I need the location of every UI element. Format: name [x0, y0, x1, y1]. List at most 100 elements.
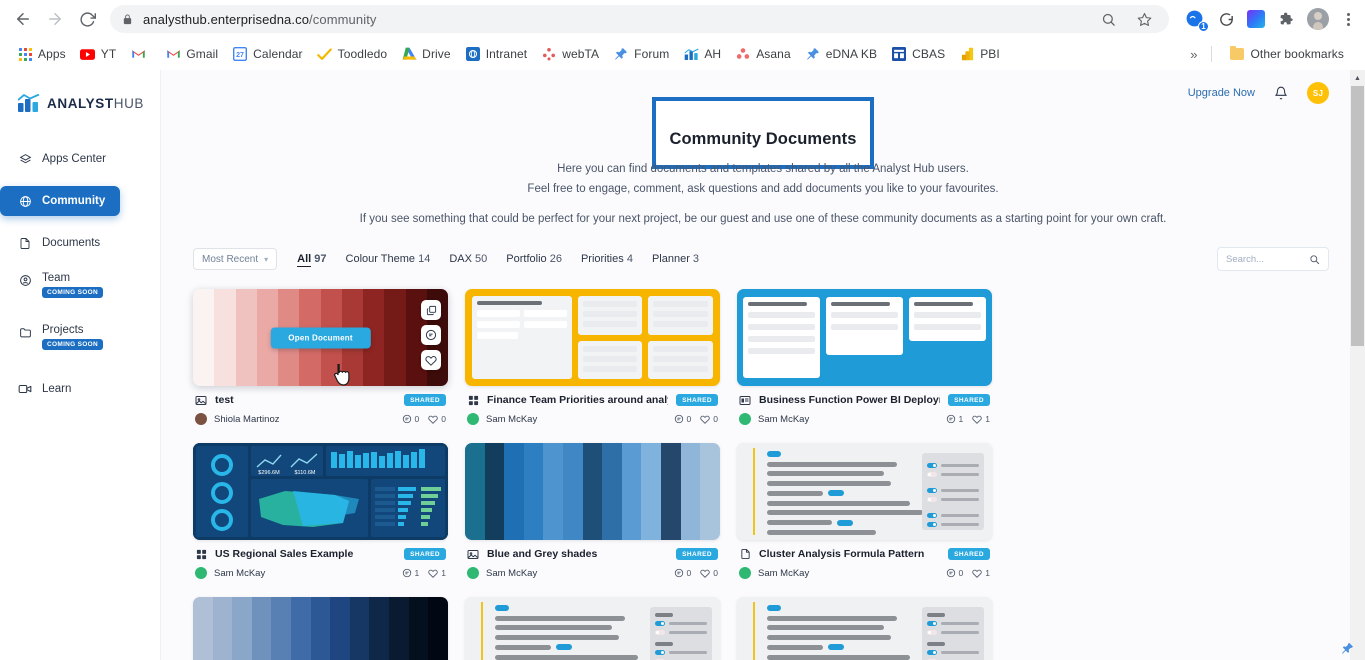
document-card[interactable]: Blue and Grey shades SHARED Sam McKay 0: [465, 443, 720, 579]
chrome-profile-avatar[interactable]: [1307, 8, 1329, 30]
brand-logo[interactable]: ANALYSTHUB: [0, 86, 160, 120]
document-card[interactable]: Cluster Analysis Formula Pattern SHARED …: [737, 443, 992, 579]
address-bar[interactable]: analysthub.enterprisedna.co/community: [110, 5, 1169, 33]
reload-icon[interactable]: [72, 4, 102, 34]
bookmark-toodledo[interactable]: Toodledo: [310, 43, 395, 65]
filter-tab-dax[interactable]: DAX 50: [449, 253, 487, 265]
card-title[interactable]: Finance Team Priorities around analytics…: [487, 394, 668, 406]
kebab-menu-icon[interactable]: [1339, 12, 1357, 26]
like-count: 0: [700, 414, 718, 424]
color-extension-icon[interactable]: [1247, 10, 1265, 28]
folder-icon: [18, 325, 32, 339]
card-author: Shiola Martinoz: [214, 413, 280, 425]
card-thumbnail[interactable]: [737, 597, 992, 660]
sidebar-item-apps-center[interactable]: Apps Center: [0, 144, 160, 174]
like-count: 0: [428, 414, 446, 424]
sidebar-item-learn[interactable]: Learn: [0, 374, 160, 404]
grammarly-icon[interactable]: [1215, 8, 1237, 30]
comment-icon: [674, 414, 684, 424]
bookmark-intranet[interactable]: Intranet: [458, 43, 535, 65]
hero-subtitle-line3: If you see something that could be perfe…: [359, 213, 1167, 225]
sidebar-item-community[interactable]: Community: [0, 186, 120, 216]
back-arrow-icon[interactable]: [8, 4, 38, 34]
puzzle-icon[interactable]: [1275, 8, 1297, 30]
card-thumbnail[interactable]: $296.6M $110.6M: [193, 443, 448, 540]
card-author: Sam McKay: [758, 413, 810, 425]
document-card[interactable]: [737, 597, 992, 660]
card-thumbnail[interactable]: [465, 597, 720, 660]
sidebar-item-projects[interactable]: Projects COMING SOON: [0, 322, 160, 362]
card-thumbnail[interactable]: [193, 597, 448, 660]
sidebar-item-label: Apps Center: [42, 153, 106, 165]
zoom-search-icon[interactable]: [1097, 8, 1119, 30]
scrollbar-thumb[interactable]: [1351, 86, 1364, 346]
vertical-scrollbar[interactable]: ▲: [1350, 70, 1365, 660]
bookmark-edna-kb[interactable]: eDNA KB: [798, 43, 884, 65]
document-card[interactable]: Open Document test SHARED Shiola Martino…: [193, 289, 448, 425]
favourite-button[interactable]: [421, 350, 441, 370]
user-avatar[interactable]: SJ: [1307, 82, 1329, 104]
bookmark-calendar[interactable]: 27 Calendar: [225, 43, 310, 65]
filter-tab-all[interactable]: All 97: [297, 253, 327, 267]
bookmark-yt[interactable]: YT: [73, 43, 124, 65]
bi-dashboard-preview: $296.6M $110.6M: [193, 443, 448, 540]
card-meta: Business Function Power BI Deployment Te…: [737, 386, 992, 425]
search-input[interactable]: Search...: [1226, 254, 1303, 265]
bookmark-ah[interactable]: AH: [676, 43, 728, 65]
forward-arrow-icon[interactable]: [40, 4, 70, 34]
sort-dropdown[interactable]: Most Recent ▾: [193, 248, 278, 270]
card-thumbnail[interactable]: [465, 443, 720, 540]
document-card[interactable]: Business Function Power BI Deployment Te…: [737, 289, 992, 425]
notification-bell-icon[interactable]: [1273, 85, 1289, 101]
bookmark-gmail-1[interactable]: [123, 43, 158, 65]
card-thumbnail[interactable]: Open Document: [193, 289, 448, 386]
shared-badge: SHARED: [676, 548, 718, 560]
sidebar-item-team[interactable]: Team COMING SOON: [0, 270, 160, 310]
card-author: Sam McKay: [758, 567, 810, 579]
card-title[interactable]: Business Function Power BI Deployment Te…: [759, 394, 940, 406]
bookmark-apps[interactable]: Apps: [10, 43, 73, 65]
card-title[interactable]: Cluster Analysis Formula Pattern: [759, 548, 940, 560]
search-icon[interactable]: [1309, 254, 1320, 265]
cbas-icon: [891, 46, 907, 62]
sidebar-item-documents[interactable]: Documents: [0, 228, 160, 258]
card-title[interactable]: Blue and Grey shades: [487, 548, 668, 560]
bookmark-gmail[interactable]: Gmail: [158, 43, 225, 65]
filter-tab-priorities[interactable]: Priorities 4: [581, 253, 633, 265]
filter-tab-colour-theme[interactable]: Colour Theme 14: [346, 253, 431, 265]
image-icon: [195, 394, 207, 406]
card-title[interactable]: test: [215, 394, 396, 406]
bookmark-asana[interactable]: Asana: [728, 43, 798, 65]
author-avatar: [467, 413, 479, 425]
document-card[interactable]: [465, 597, 720, 660]
document-card[interactable]: Finance Team Priorities around analytics…: [465, 289, 720, 425]
card-thumbnail[interactable]: [737, 443, 992, 540]
bookmark-drive[interactable]: Drive: [394, 43, 458, 65]
bookmark-pbi[interactable]: PBI: [952, 43, 1007, 65]
bookmarks-overflow-button[interactable]: »: [1186, 47, 1201, 62]
filter-tab-portfolio[interactable]: Portfolio 26: [506, 253, 562, 265]
open-document-button[interactable]: Open Document: [270, 327, 371, 348]
document-icon: [739, 548, 751, 560]
document-card[interactable]: [193, 597, 448, 660]
bookmark-cbas[interactable]: CBAS: [884, 43, 952, 65]
scroll-up-arrow-icon[interactable]: ▲: [1350, 70, 1365, 86]
bookmark-webta[interactable]: webTA: [534, 43, 606, 65]
card-hover-overlay: Open Document: [193, 289, 448, 386]
card-thumbnail[interactable]: [737, 289, 992, 386]
extension-badge-icon[interactable]: 1: [1185, 9, 1209, 32]
comment-icon: [402, 414, 412, 424]
filter-tab-planner[interactable]: Planner 3: [652, 253, 699, 265]
comment-button[interactable]: [421, 325, 441, 345]
card-thumbnail[interactable]: [465, 289, 720, 386]
star-icon[interactable]: [1133, 8, 1155, 30]
card-title[interactable]: US Regional Sales Example: [215, 548, 396, 560]
duplicate-button[interactable]: [421, 300, 441, 320]
search-box[interactable]: Search...: [1217, 247, 1329, 271]
document-card[interactable]: $296.6M $110.6M US Regional Sales Exampl…: [193, 443, 448, 579]
upgrade-now-link[interactable]: Upgrade Now: [1188, 87, 1255, 99]
bookmark-forum[interactable]: Forum: [606, 43, 676, 65]
sidebar-nav: Apps Center Community Documents Team COM…: [0, 144, 160, 416]
filter-tabs: All 97 Colour Theme 14 DAX 50 Portfolio …: [297, 253, 699, 267]
other-bookmarks-folder[interactable]: Other bookmarks: [1222, 43, 1351, 65]
